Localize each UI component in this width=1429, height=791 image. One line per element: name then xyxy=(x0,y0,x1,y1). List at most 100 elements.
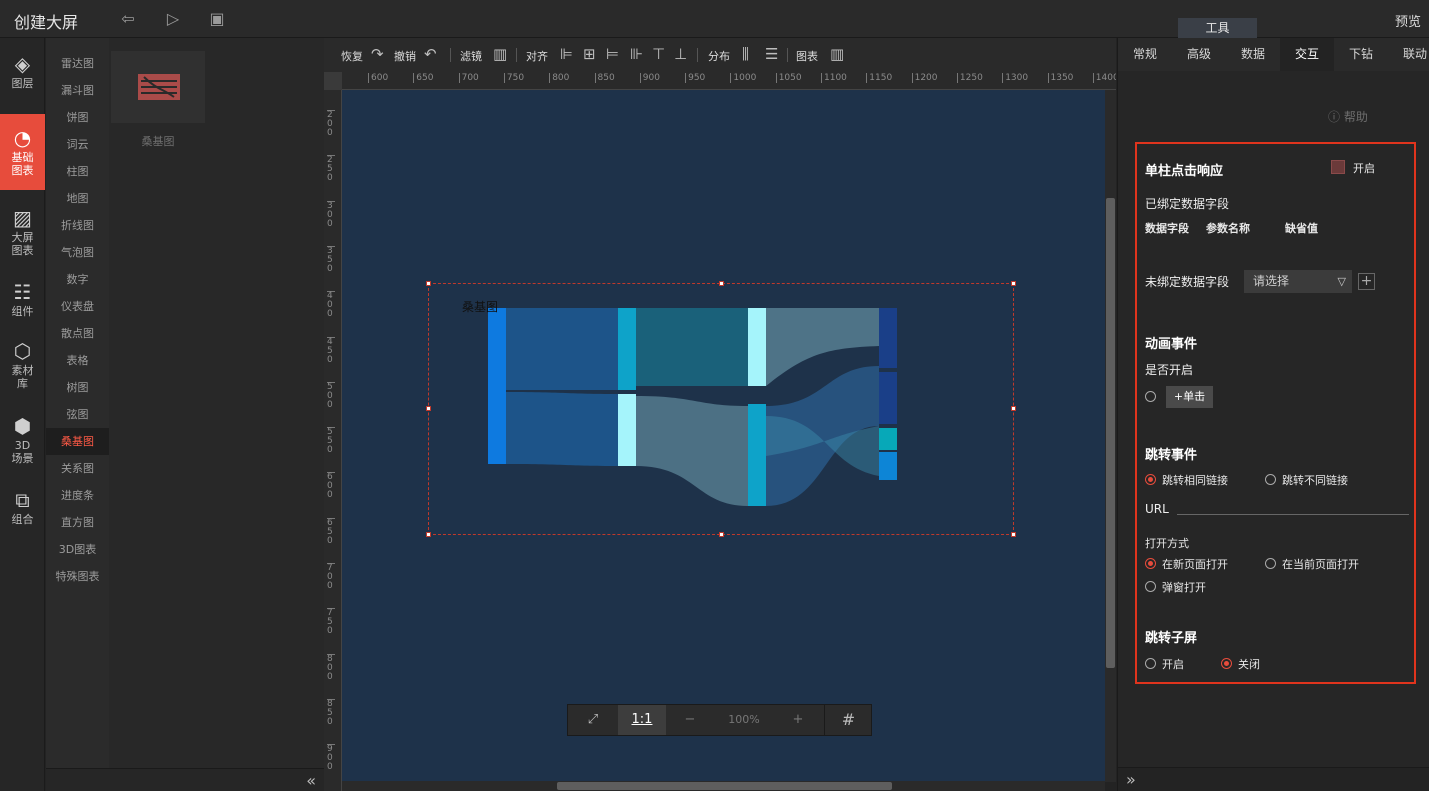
fit-screen-icon[interactable]: ⤢ xyxy=(568,705,618,735)
align-left-icon[interactable]: ⊫ xyxy=(560,45,573,63)
open-current-page-radio[interactable] xyxy=(1265,558,1276,569)
resize-handle-tr[interactable] xyxy=(1011,281,1016,286)
ruler-tick-label: 800 xyxy=(549,73,569,83)
nav-item-5[interactable]: ⬢ 3D 场景 xyxy=(0,410,45,474)
horizontal-scroll-thumb[interactable] xyxy=(557,782,892,790)
resize-handle-l[interactable] xyxy=(426,406,431,411)
chart-type-list: 雷达图 漏斗图 饼图 词云 柱图 地图 折线图 气泡图 数字 仪表盘 散点图 表格 树图 弦图 桑基图 关系图… xyxy=(46,38,109,768)
jump-same-radio[interactable] xyxy=(1145,474,1156,485)
filter-button[interactable]: 滤镜 xyxy=(460,48,482,64)
chart-type-item[interactable]: 仪表盘 xyxy=(46,293,109,320)
vertical-scrollbar[interactable] xyxy=(1105,90,1116,782)
bound-col-field: 数据字段 xyxy=(1145,222,1189,235)
align-right-icon[interactable]: ⊨ xyxy=(606,45,619,63)
distribute-v-icon[interactable]: ☰ xyxy=(765,45,778,63)
grid-toggle-icon[interactable]: # xyxy=(824,705,872,735)
open-popup-radio[interactable] xyxy=(1145,581,1156,592)
tab-2[interactable]: 数据 xyxy=(1226,38,1280,71)
nav-item-0[interactable]: ◈ 图层 xyxy=(0,48,45,100)
chart-type-item[interactable]: 柱图 xyxy=(46,158,109,185)
add-click-button[interactable]: +单击 xyxy=(1166,386,1213,408)
sankey-thumbnail[interactable] xyxy=(111,51,205,123)
jump-diff-radio[interactable] xyxy=(1265,474,1276,485)
animation-enable-radio[interactable] xyxy=(1145,391,1156,402)
unbound-field-select[interactable]: 请选择 ▽ xyxy=(1244,270,1352,293)
help-link[interactable]: ⓘ 帮助 xyxy=(1328,108,1368,125)
align-bottom-icon[interactable]: ⊥ xyxy=(674,45,687,63)
chart-type-item[interactable]: 弦图 xyxy=(46,401,109,428)
right-footer: » xyxy=(1118,767,1429,791)
nav-item-4[interactable]: ⬡ 素材 库 xyxy=(0,335,45,399)
horizontal-scrollbar[interactable] xyxy=(342,781,1105,791)
tab-1[interactable]: 高级 xyxy=(1172,38,1226,71)
chart-type-item[interactable]: 散点图 xyxy=(46,320,109,347)
nav-item-3[interactable]: ☷ 组件 xyxy=(0,276,45,326)
tab-5[interactable]: 联动 xyxy=(1388,38,1429,71)
vertical-scroll-thumb[interactable] xyxy=(1106,198,1115,668)
chart-type-item[interactable]: 饼图 xyxy=(46,104,109,131)
open-new-page-radio[interactable] xyxy=(1145,558,1156,569)
chart-type-item[interactable]: 特殊图表 xyxy=(46,563,109,590)
url-input[interactable] xyxy=(1177,514,1409,515)
resize-handle-r[interactable] xyxy=(1011,406,1016,411)
resize-handle-t[interactable] xyxy=(719,281,724,286)
nav-item-6[interactable]: ⧉ 组合 xyxy=(0,484,45,534)
sankey-link xyxy=(636,308,748,386)
redo-button[interactable]: 恢复 xyxy=(341,48,363,64)
align-vcenter-icon[interactable]: ⊪ xyxy=(630,45,643,63)
nav-item-2[interactable]: ▨ 大屏 图表 xyxy=(0,202,45,264)
redo-icon[interactable]: ↷ xyxy=(371,45,384,63)
align-center-icon[interactable]: ⊞ xyxy=(583,45,596,63)
filter-chart-icon[interactable]: ▥ xyxy=(493,45,507,63)
undo-button[interactable]: 撤销 xyxy=(394,48,416,64)
undo-icon[interactable]: ↶ xyxy=(424,45,437,63)
chart-type-item[interactable]: 3D图表 xyxy=(46,536,109,563)
single-click-checkbox[interactable] xyxy=(1331,160,1345,174)
ruler-tick-label: 1150 xyxy=(866,73,892,83)
back-icon[interactable]: ⇦ xyxy=(118,9,138,29)
chart-type-item[interactable]: 数字 xyxy=(46,266,109,293)
single-click-toggle-label: 开启 xyxy=(1353,162,1375,175)
sub-screen-off-radio[interactable] xyxy=(1221,658,1232,669)
chart-button[interactable]: 图表 xyxy=(796,48,818,64)
zoom-out-button[interactable]: − xyxy=(666,705,714,735)
chart-icon[interactable]: ▥ xyxy=(830,45,844,63)
play-icon[interactable]: ▷ xyxy=(163,9,183,29)
resize-handle-br[interactable] xyxy=(1011,532,1016,537)
nav-item-1[interactable]: ◔ 基础 图表 xyxy=(0,114,45,190)
zoom-in-button[interactable]: + xyxy=(774,705,822,735)
chart-type-item[interactable]: 直方图 xyxy=(46,509,109,536)
tool-tab[interactable]: 工具 xyxy=(1178,18,1257,38)
distribute-h-icon[interactable]: ⫼ xyxy=(742,45,749,63)
add-field-button[interactable]: + xyxy=(1358,273,1375,290)
align-top-icon[interactable]: ⊤ xyxy=(652,45,665,63)
ruler-tick-label: 800 xyxy=(327,653,335,682)
one-to-one-button[interactable]: 1:1 xyxy=(618,705,666,735)
sub-screen-on-radio[interactable] xyxy=(1145,658,1156,669)
chart-type-item[interactable]: 雷达图 xyxy=(46,50,109,77)
distribute-button[interactable]: 分布 xyxy=(708,48,730,64)
chart-type-item[interactable]: 桑基图 xyxy=(46,428,109,455)
save-icon[interactable]: ▣ xyxy=(207,9,227,29)
chart-type-item[interactable]: 漏斗图 xyxy=(46,77,109,104)
chart-type-item[interactable]: 词云 xyxy=(46,131,109,158)
chart-type-item[interactable]: 表格 xyxy=(46,347,109,374)
resize-handle-tl[interactable] xyxy=(426,281,431,286)
tab-0[interactable]: 常规 xyxy=(1118,38,1172,71)
tab-4[interactable]: 下钻 xyxy=(1334,38,1388,71)
chart-type-item[interactable]: 树图 xyxy=(46,374,109,401)
resize-handle-b[interactable] xyxy=(719,532,724,537)
collapse-right-icon[interactable]: » xyxy=(1126,770,1136,789)
sankey-node xyxy=(618,308,636,390)
chart-type-item[interactable]: 进度条 xyxy=(46,482,109,509)
align-button[interactable]: 对齐 xyxy=(526,48,548,64)
ruler-tick-label: 1250 xyxy=(956,73,983,83)
chart-type-item[interactable]: 气泡图 xyxy=(46,239,109,266)
chart-type-item[interactable]: 地图 xyxy=(46,185,109,212)
preview-button[interactable]: 预览 xyxy=(1395,11,1421,30)
tab-3[interactable]: 交互 xyxy=(1280,38,1334,71)
chart-type-item[interactable]: 关系图 xyxy=(46,455,109,482)
collapse-left-icon[interactable]: « xyxy=(306,771,316,790)
resize-handle-bl[interactable] xyxy=(426,532,431,537)
chart-type-item[interactable]: 折线图 xyxy=(46,212,109,239)
